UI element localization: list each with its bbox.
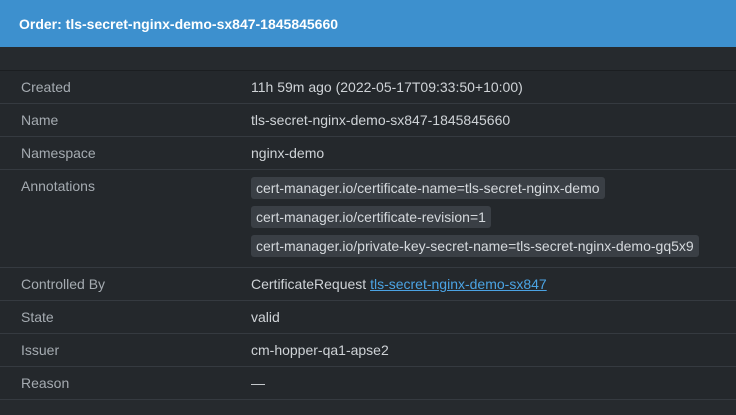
- detail-row-created: Created 11h 59m ago (2022-05-17T09:33:50…: [0, 71, 736, 104]
- drawer-title: Order: tls-secret-nginx-demo-sx847-18458…: [19, 15, 339, 32]
- issuer-value: cm-hopper-qa1-apse2: [251, 342, 389, 358]
- drawer-header: Order: tls-secret-nginx-demo-sx847-18458…: [0, 0, 736, 47]
- detail-row-issuer: Issuer cm-hopper-qa1-apse2: [0, 334, 736, 367]
- namespace-value: nginx-demo: [251, 145, 325, 161]
- reason-label: Reason: [21, 375, 70, 391]
- drawer-content: Created 11h 59m ago (2022-05-17T09:33:50…: [0, 47, 736, 415]
- controlled-by-value: CertificateRequest tls-secret-nginx-demo…: [251, 268, 547, 300]
- state-value: valid: [251, 309, 280, 325]
- detail-row-annotations: Annotations cert-manager.io/certificate-…: [0, 170, 736, 268]
- issuer-label: Issuer: [21, 342, 60, 358]
- created-value: 11h 59m ago (2022-05-17T09:33:50+10:00): [251, 79, 523, 95]
- name-label: Name: [21, 112, 59, 128]
- detail-row-controlled-by: Controlled By CertificateRequest tls-sec…: [0, 268, 736, 301]
- controlled-by-label: Controlled By: [21, 276, 106, 292]
- annotations-label: Annotations: [21, 178, 95, 194]
- reason-value: —: [251, 375, 265, 391]
- detail-row-name: Name tls-secret-nginx-demo-sx847-1845845…: [0, 104, 736, 137]
- controlled-by-kind: CertificateRequest: [251, 276, 367, 292]
- detail-row-state: State valid: [0, 301, 736, 334]
- detail-row-namespace: Namespace nginx-demo: [0, 137, 736, 170]
- detail-row-reason: Reason —: [0, 367, 736, 400]
- controlled-by-link[interactable]: tls-secret-nginx-demo-sx847: [370, 276, 547, 292]
- name-value: tls-secret-nginx-demo-sx847-1845845660: [251, 112, 511, 128]
- state-label: State: [21, 309, 54, 325]
- annotation-badge: cert-manager.io/certificate-name=tls-sec…: [251, 177, 605, 199]
- annotation-badge: cert-manager.io/private-key-secret-name=…: [251, 235, 699, 257]
- annotations-list: cert-manager.io/certificate-name=tls-sec…: [251, 170, 699, 267]
- namespace-label: Namespace: [21, 145, 96, 161]
- annotation-badge: cert-manager.io/certificate-revision=1: [251, 206, 491, 228]
- details-panel: Created 11h 59m ago (2022-05-17T09:33:50…: [0, 70, 736, 400]
- created-label: Created: [21, 79, 71, 95]
